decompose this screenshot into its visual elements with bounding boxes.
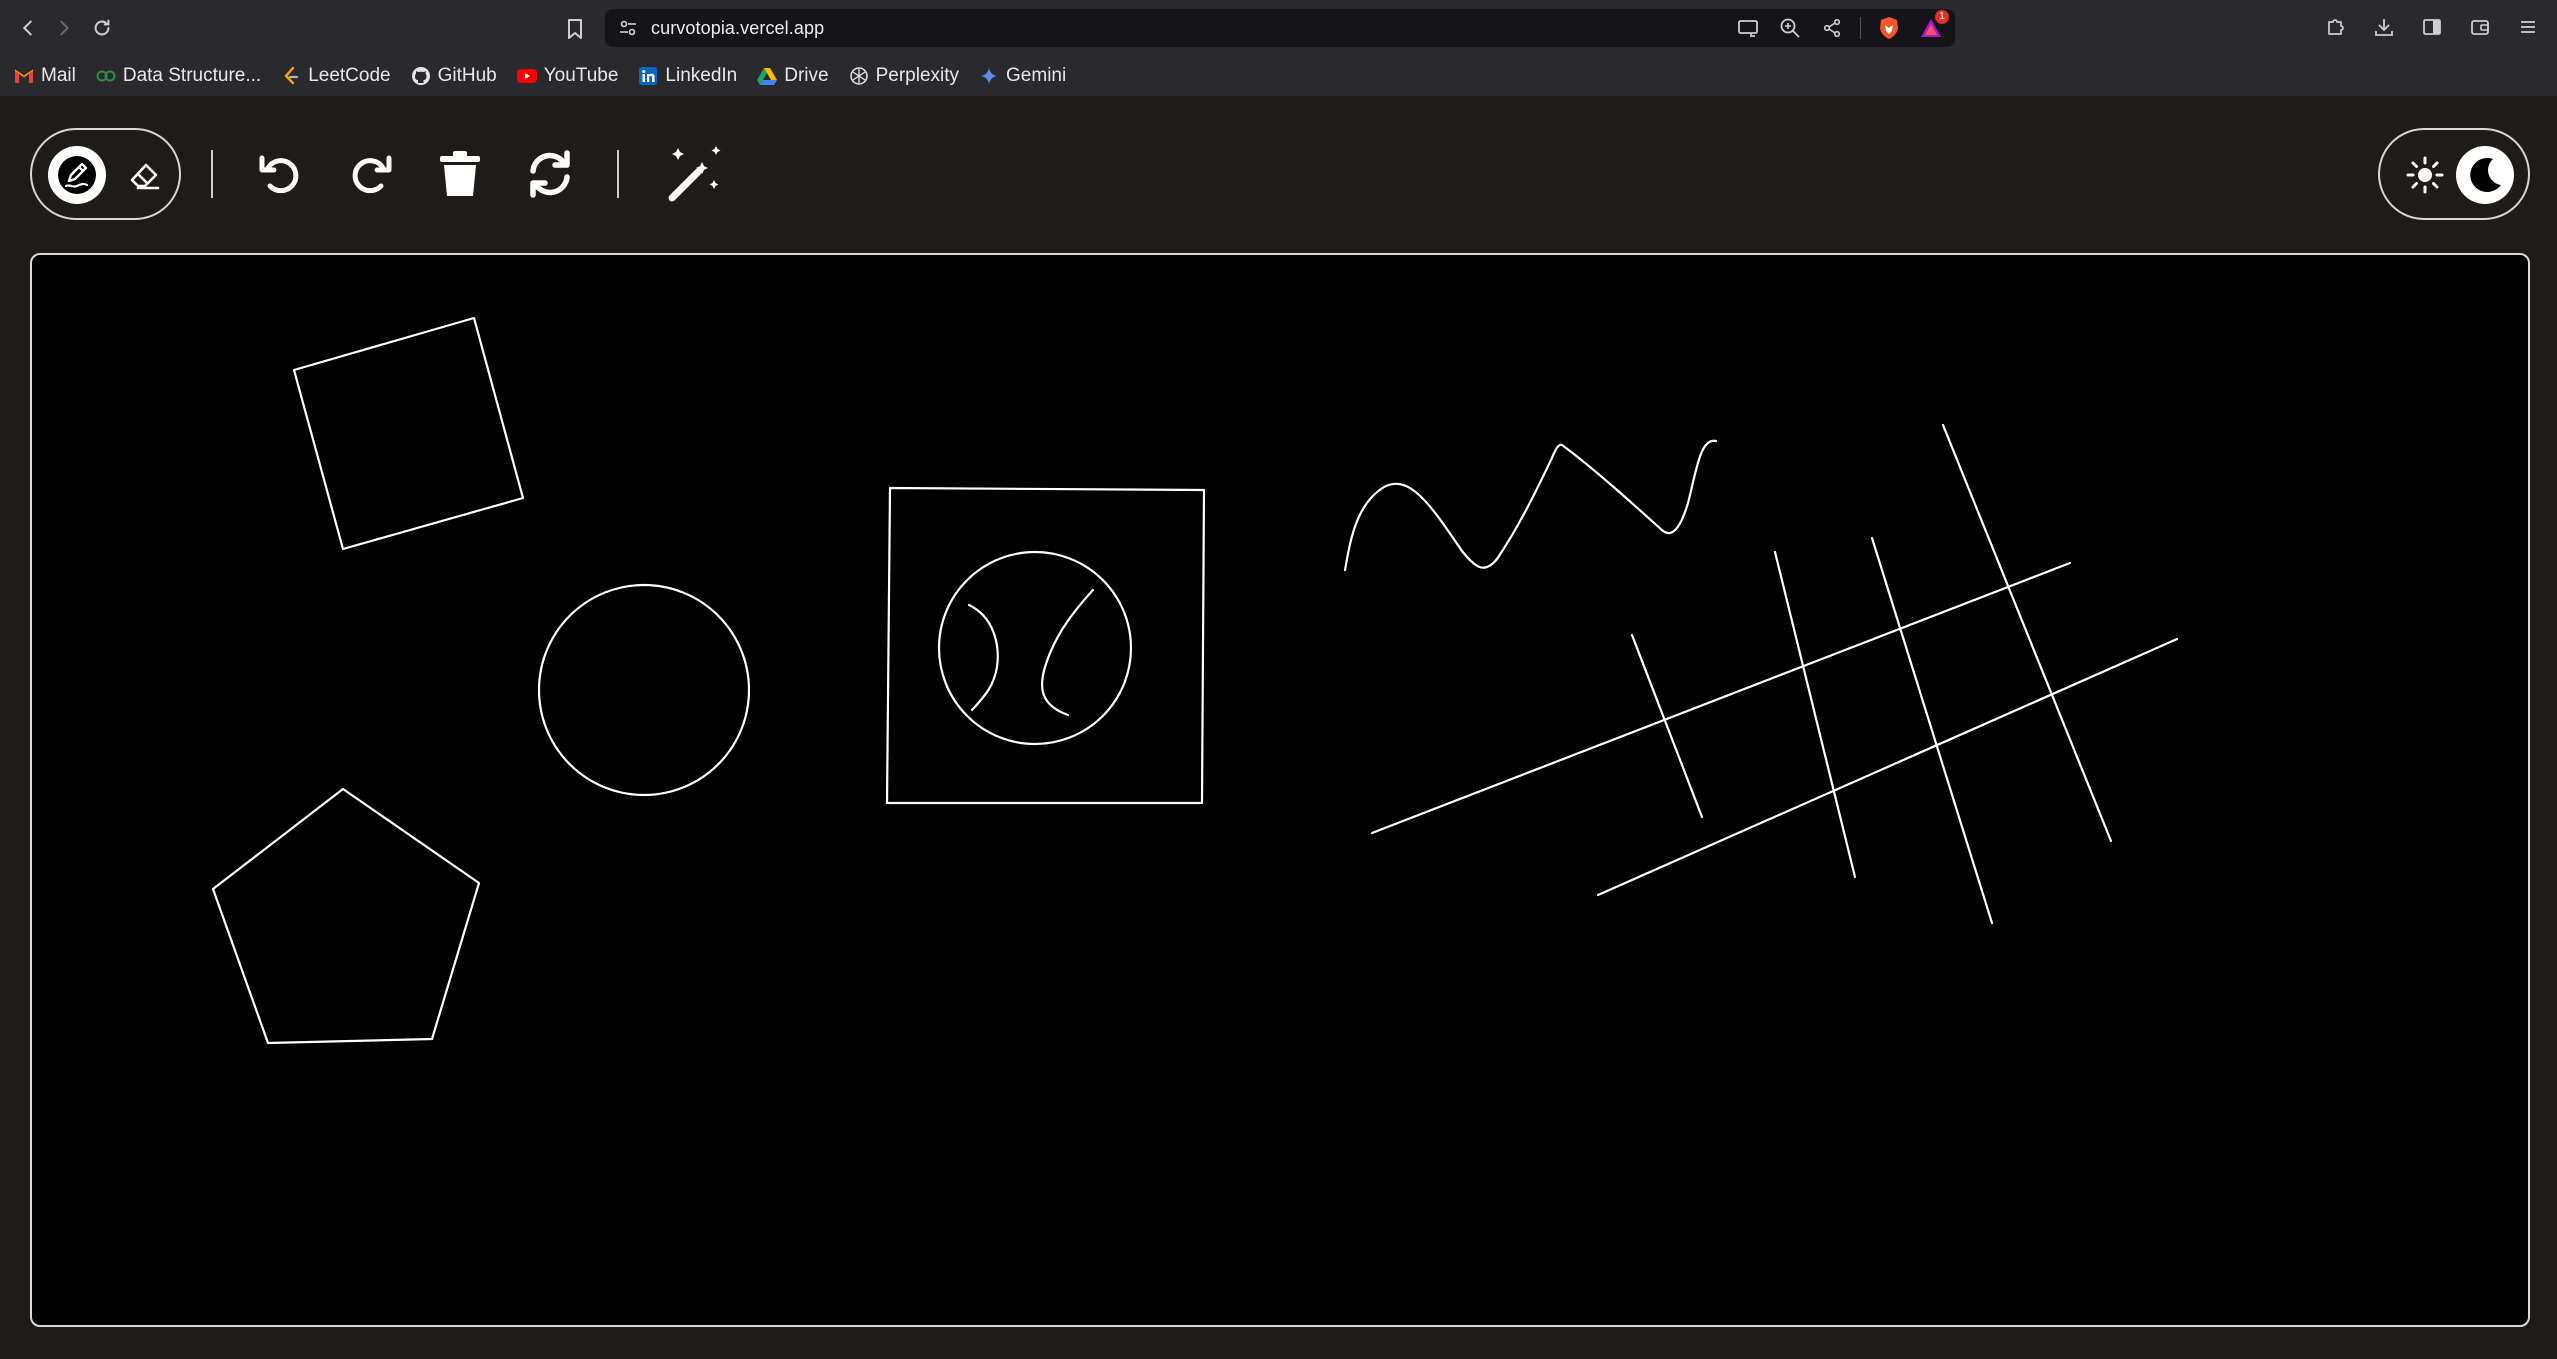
bookmark-label: GitHub (437, 65, 497, 86)
gemini-icon (979, 66, 999, 86)
wallet-icon[interactable] (2467, 14, 2493, 40)
stroke-wave (1343, 439, 1718, 572)
reload-button[interactable] (86, 12, 118, 44)
draw-icon (58, 156, 96, 194)
stroke-ball-seam-right (1040, 588, 1095, 717)
brave-rewards-icon[interactable]: 1 (1917, 10, 1949, 42)
stroke-circle (537, 583, 751, 797)
downloads-icon[interactable] (2371, 14, 2397, 40)
drive-icon (757, 66, 778, 86)
forward-arrow-icon (60, 20, 70, 36)
dark-theme-button[interactable] (2456, 146, 2514, 204)
bookmark-label: LinkedIn (665, 65, 738, 86)
site-settings-icon[interactable] (617, 17, 639, 39)
brave-shields-icon[interactable] (1875, 14, 1903, 42)
leetcode-icon (281, 66, 301, 86)
github-icon (411, 66, 431, 86)
bookmark-github[interactable]: GitHub (411, 65, 497, 87)
stroke-tilted-square (292, 316, 525, 551)
sun-icon (2406, 156, 2444, 194)
bookmark-drive[interactable]: Drive (757, 65, 829, 87)
redo-button[interactable] (338, 141, 404, 207)
bookmark-linkedin[interactable]: LinkedIn (638, 65, 737, 87)
gmail-icon (14, 66, 34, 86)
moon-icon (2470, 157, 2501, 192)
bookmark-mail[interactable]: Mail (14, 65, 76, 87)
notification-badge: 1 (1935, 10, 1949, 24)
toolbar-divider (211, 150, 213, 198)
bookmarks-bar: Mail Data Structure... LeetCode GitHub Y… (0, 56, 2557, 96)
bookmark-icon (568, 19, 582, 39)
stroke-ball-seam-left (967, 603, 999, 712)
bookmark-label: Mail (41, 65, 76, 86)
undo-icon (259, 155, 299, 194)
clear-button[interactable] (427, 141, 493, 207)
menu-icon[interactable] (2515, 14, 2541, 40)
regularize-button[interactable] (661, 141, 727, 207)
stroke-ball (937, 550, 1133, 746)
gfg-icon (96, 66, 116, 86)
curvotopia-app (0, 96, 2557, 1359)
cast-icon[interactable] (1734, 14, 1762, 42)
youtube-icon (516, 66, 537, 86)
drawing-canvas[interactable] (30, 253, 2530, 1327)
bookmark-gemini[interactable]: Gemini (979, 65, 1066, 87)
canvas-strokes (211, 316, 2179, 1045)
stroke-pentagon (211, 787, 481, 1045)
stroke-grid-line (1630, 633, 1704, 819)
sidebar-toggle-icon[interactable] (2419, 14, 2445, 40)
refresh-icon (530, 150, 570, 198)
linkedin-icon (638, 66, 658, 86)
trash-icon (440, 151, 480, 196)
magic-wand-icon (668, 146, 721, 202)
toolbar-divider (617, 150, 619, 198)
undo-button[interactable] (247, 141, 313, 207)
address-bar[interactable]: curvotopia.vercel.app 1 (605, 9, 1955, 47)
refresh-button[interactable] (517, 141, 583, 207)
zoom-icon[interactable] (1776, 14, 1804, 42)
draw-mode-button[interactable] (48, 146, 106, 204)
share-icon[interactable] (1818, 14, 1846, 42)
bookmark-label: Perplexity (875, 65, 960, 86)
light-theme-button[interactable] (2396, 146, 2454, 204)
forward-button[interactable] (48, 12, 80, 44)
extensions-icon[interactable] (2323, 14, 2349, 40)
reload-icon (94, 19, 110, 36)
separator (1860, 17, 1861, 39)
theme-toggle (2378, 128, 2530, 220)
stroke-grid-line (1941, 423, 2113, 843)
url-text[interactable]: curvotopia.vercel.app (651, 18, 824, 39)
bookmark-data-structures[interactable]: Data Structure... (96, 65, 261, 87)
eraser-icon (130, 163, 160, 190)
stroke-grid-line (1773, 550, 1857, 879)
stroke-square (885, 486, 1206, 805)
redo-icon (352, 155, 392, 194)
back-button[interactable] (12, 12, 44, 44)
perplexity-icon (849, 66, 869, 86)
browser-toolbar: curvotopia.vercel.app 1 (0, 0, 2557, 56)
bookmark-perplexity[interactable]: Perplexity (849, 65, 959, 87)
bookmark-label: LeetCode (308, 65, 391, 86)
eraser-mode-button[interactable] (116, 146, 174, 204)
bookmark-leetcode[interactable]: LeetCode (281, 65, 391, 87)
bookmark-label: YouTube (543, 65, 619, 86)
back-arrow-icon (22, 20, 32, 36)
bookmark-label: Data Structure... (122, 65, 262, 86)
bookmark-label: Drive (784, 65, 829, 86)
mode-toggle (30, 128, 181, 220)
bookmark-youtube[interactable]: YouTube (516, 65, 619, 87)
stroke-grid-line (1870, 536, 1994, 925)
stroke-grid-line (1370, 561, 2072, 835)
bookmark-page-button[interactable] (560, 14, 590, 44)
bookmark-label: Gemini (1006, 65, 1067, 86)
stroke-grid-line (1596, 637, 2179, 897)
